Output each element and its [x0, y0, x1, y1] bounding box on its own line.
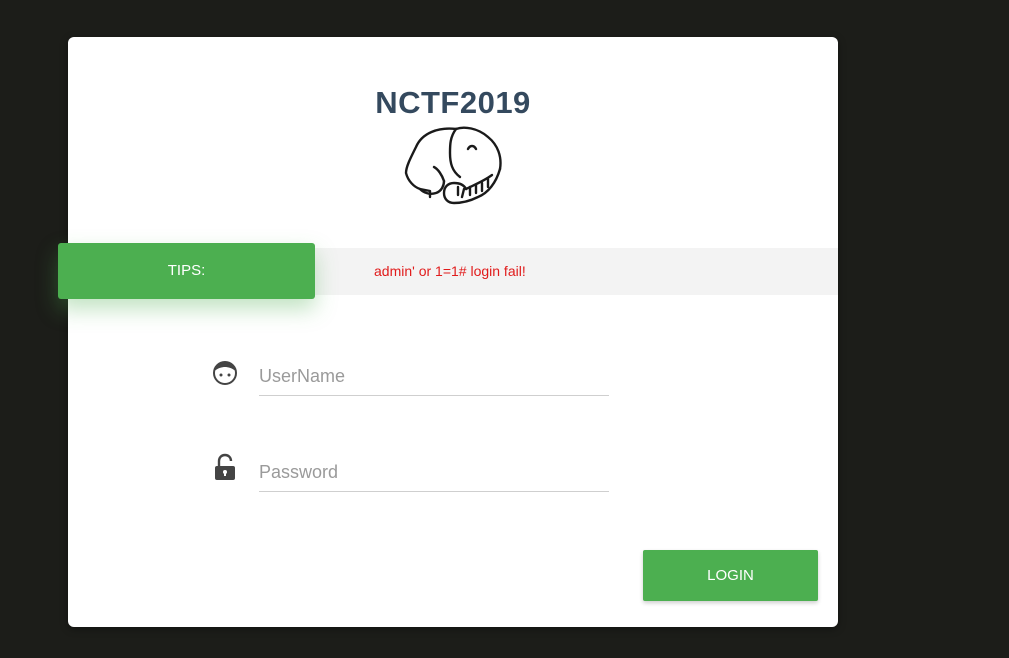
page-title: NCTF2019	[375, 85, 531, 120]
login-button[interactable]: LOGIN	[643, 550, 818, 601]
username-input[interactable]	[259, 362, 609, 396]
tips-error-message: admin' or 1=1# login fail!	[374, 263, 526, 279]
password-input[interactable]	[259, 458, 609, 492]
elephant-icon	[404, 126, 502, 205]
tips-label: TIPS:	[58, 243, 315, 299]
unlock-icon	[215, 453, 235, 480]
login-card: NCTF2019 TIPS: admin' or 1=1# login fail…	[58, 37, 838, 627]
user-face-icon	[213, 361, 237, 385]
